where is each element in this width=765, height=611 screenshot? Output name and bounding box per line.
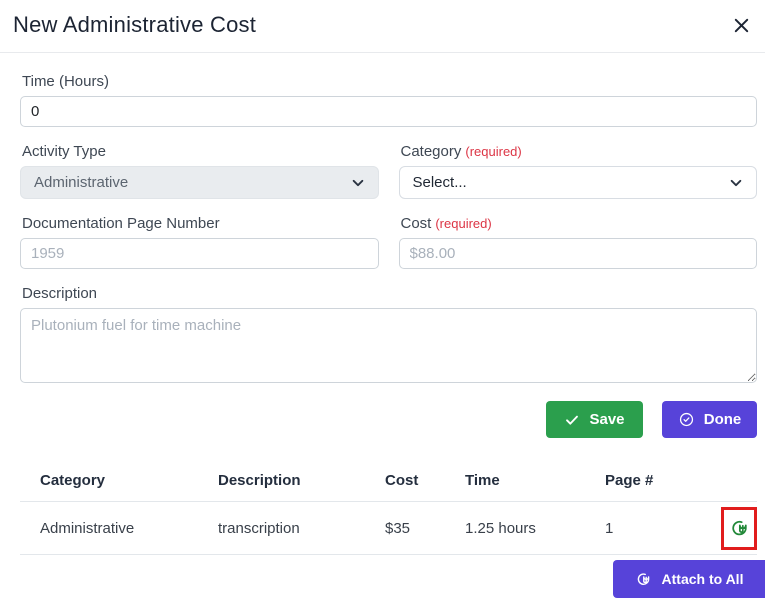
row-page: 1 <box>605 520 700 537</box>
row-cost: $35 <box>385 520 465 537</box>
time-hours-label: Time (Hours) <box>22 73 757 90</box>
activity-type-field-group: Activity Type Administrative <box>20 143 379 199</box>
doc-page-number-field-group: Documentation Page Number <box>20 215 379 269</box>
description-field-group: Description <box>20 285 757 388</box>
x-icon <box>732 16 751 35</box>
attach-all-row: Attach to All <box>20 560 765 598</box>
doc-page-number-input[interactable] <box>20 238 379 269</box>
costs-table-header-row: Category Description Cost Time Page # <box>20 459 757 502</box>
header-category: Category <box>20 472 218 489</box>
category-required-tag: (required) <box>465 144 521 159</box>
activity-type-selected-value: Administrative <box>34 174 128 191</box>
attach-to-all-label: Attach to All <box>662 571 744 587</box>
category-selected-value: Select... <box>413 174 467 191</box>
modal-body: Time (Hours) Activity Type Administrativ… <box>0 53 765 598</box>
done-button[interactable]: Done <box>662 401 757 438</box>
category-label: Category(required) <box>401 143 758 160</box>
chevron-down-icon <box>729 176 743 190</box>
close-button[interactable] <box>728 14 755 37</box>
actions-row: Save Done <box>20 401 757 438</box>
cost-label-text: Cost <box>401 215 432 232</box>
paperclip-icon <box>635 571 652 588</box>
check-icon <box>564 412 580 428</box>
save-button-label: Save <box>589 411 624 428</box>
description-textarea[interactable] <box>20 308 757 383</box>
row-description: transcription <box>218 520 385 537</box>
check-circle-icon <box>678 411 695 428</box>
doc-page-number-label: Documentation Page Number <box>22 215 379 232</box>
modal-header: New Administrative Cost <box>0 0 765 53</box>
new-admin-cost-modal: New Administrative Cost Time (Hours) Act… <box>0 0 765 611</box>
save-button[interactable]: Save <box>546 401 643 438</box>
row-category: Administrative <box>20 520 218 537</box>
table-row: Administrative transcription $35 1.25 ho… <box>20 502 757 555</box>
row-attachment-cell <box>721 507 757 550</box>
paperclip-icon <box>729 518 750 539</box>
description-label: Description <box>22 285 757 302</box>
costs-table: Category Description Cost Time Page # Ad… <box>20 459 757 555</box>
activity-type-label: Activity Type <box>22 143 379 160</box>
cost-required-tag: (required) <box>435 216 491 231</box>
activity-type-select[interactable]: Administrative <box>20 166 379 199</box>
category-select[interactable]: Select... <box>399 166 758 199</box>
header-time: Time <box>465 472 605 489</box>
chevron-down-icon <box>351 176 365 190</box>
header-description: Description <box>218 472 385 489</box>
attach-to-all-button[interactable]: Attach to All <box>613 560 765 598</box>
cost-input[interactable] <box>399 238 758 269</box>
cost-field-group: Cost(required) <box>399 215 758 269</box>
time-hours-input[interactable] <box>20 96 757 127</box>
attach-button-highlighted[interactable] <box>721 507 757 550</box>
modal-title: New Administrative Cost <box>13 12 256 38</box>
row-time: 1.25 hours <box>465 520 605 537</box>
time-hours-field-group: Time (Hours) <box>20 73 757 127</box>
header-page: Page # <box>605 472 700 489</box>
header-cost: Cost <box>385 472 465 489</box>
category-field-group: Category(required) Select... <box>399 143 758 199</box>
cost-label: Cost(required) <box>401 215 758 232</box>
done-button-label: Done <box>704 411 742 428</box>
category-label-text: Category <box>401 143 462 160</box>
